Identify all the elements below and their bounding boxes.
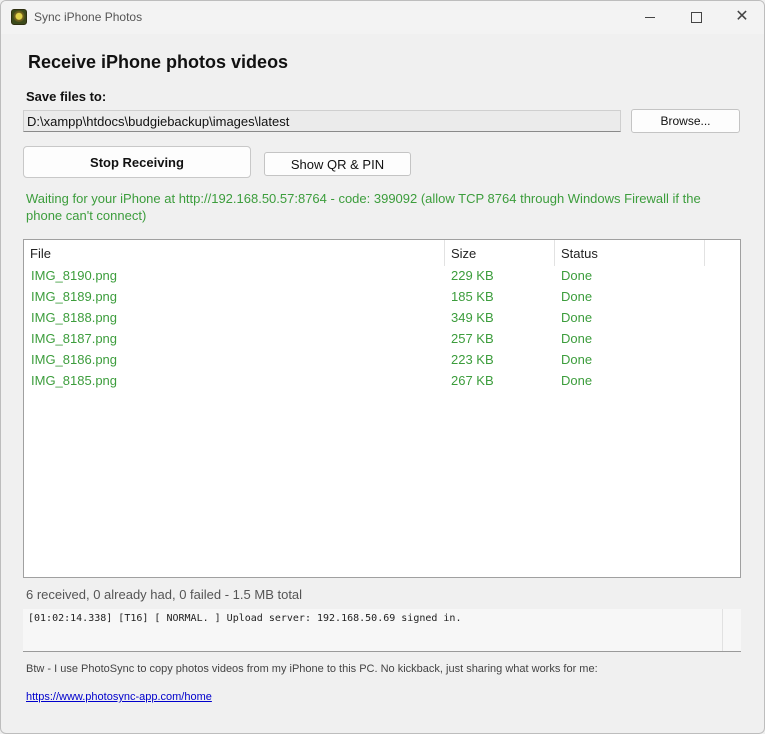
minimize-icon — [645, 16, 655, 18]
cell-file: IMG_8187.png — [31, 331, 118, 346]
cell-file: IMG_8188.png — [31, 310, 118, 325]
table-row[interactable]: IMG_8185.png 267 KB Done — [24, 371, 740, 392]
table-row[interactable]: IMG_8188.png 349 KB Done — [24, 308, 740, 329]
title-bar: Sync iPhone Photos ✕ — [1, 1, 764, 34]
cell-status: Done — [561, 310, 593, 325]
log-panel[interactable]: [01:02:14.338] [T16] [ NORMAL. ] Upload … — [23, 609, 741, 652]
cell-status: Done — [561, 373, 593, 388]
log-line: [01:02:14.338] [T16] [ NORMAL. ] Upload … — [28, 613, 462, 624]
close-icon: ✕ — [735, 8, 749, 25]
cell-file: IMG_8186.png — [31, 352, 118, 367]
file-list[interactable]: File Size Status IMG_8190.png 229 KB Don… — [23, 239, 741, 578]
cell-size: 185 KB — [451, 289, 494, 304]
save-path-field[interactable]: D:\xampp\htdocs\budgiebackup\images\late… — [23, 110, 621, 132]
cell-file: IMG_8185.png — [31, 373, 118, 388]
page-title: Receive iPhone photos videos — [28, 52, 289, 72]
list-header: File Size Status — [24, 240, 740, 266]
footer-note: Btw - I use PhotoSync to copy photos vid… — [26, 663, 598, 675]
photosync-link[interactable]: https://www.photosync-app.com/home — [26, 691, 212, 703]
cell-status: Done — [561, 331, 593, 346]
column-header-file[interactable]: File — [24, 240, 445, 266]
maximize-icon — [690, 11, 702, 23]
cell-status: Done — [561, 268, 593, 283]
cell-size: 257 KB — [451, 331, 494, 346]
table-row[interactable]: IMG_8186.png 223 KB Done — [24, 350, 740, 371]
cell-size: 229 KB — [451, 268, 494, 283]
cell-file: IMG_8190.png — [31, 268, 118, 283]
cell-size: 223 KB — [451, 352, 494, 367]
column-header-size[interactable]: Size — [445, 240, 555, 266]
show-qr-pin-button[interactable]: Show QR & PIN — [264, 152, 411, 176]
cell-size: 349 KB — [451, 310, 494, 325]
cell-status: Done — [561, 352, 593, 367]
maximize-button[interactable] — [673, 1, 719, 33]
status-message: Waiting for your iPhone at http://192.16… — [26, 191, 701, 223]
cell-file: IMG_8189.png — [31, 289, 118, 304]
table-row[interactable]: IMG_8190.png 229 KB Done — [24, 266, 740, 287]
browse-button[interactable]: Browse... — [631, 109, 740, 133]
save-files-label: Save files to: — [26, 89, 107, 104]
transfer-summary: 6 received, 0 already had, 0 failed - 1.… — [26, 587, 303, 602]
cell-status: Done — [561, 289, 593, 304]
cell-size: 267 KB — [451, 373, 494, 388]
table-row[interactable]: IMG_8187.png 257 KB Done — [24, 329, 740, 350]
close-button[interactable]: ✕ — [719, 1, 764, 33]
log-scrollbar[interactable] — [722, 609, 741, 651]
window-title: Sync iPhone Photos — [34, 10, 143, 24]
stop-receiving-button[interactable]: Stop Receiving — [23, 146, 251, 178]
main-window: Sync iPhone Photos ✕ Receive iPhone phot… — [0, 0, 765, 734]
column-header-status[interactable]: Status — [555, 240, 705, 266]
table-row[interactable]: IMG_8189.png 185 KB Done — [24, 287, 740, 308]
minimize-button[interactable] — [627, 1, 673, 33]
app-icon — [11, 9, 27, 25]
